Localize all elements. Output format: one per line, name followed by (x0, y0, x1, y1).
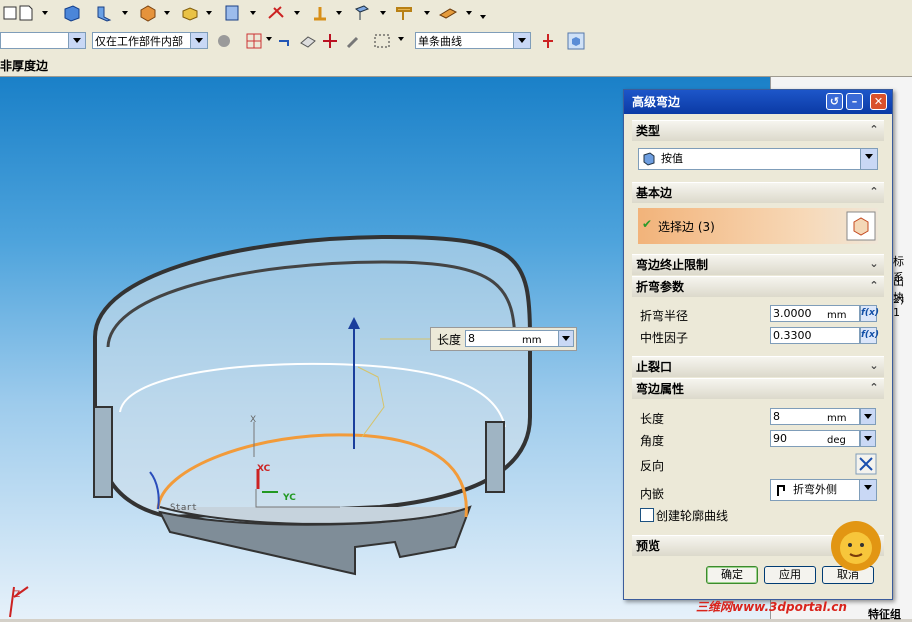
section-type[interactable]: 类型 ⌃ (632, 120, 884, 141)
select-edge-row[interactable]: ✔ 选择边 (3) (638, 208, 878, 244)
selection-scope-combo[interactable]: 仅在工作部件内部 (92, 32, 208, 49)
neutral-factor-label: 中性因子 (640, 331, 689, 345)
xc-label: XC (257, 464, 271, 474)
apply-button[interactable]: 应用 (764, 566, 816, 584)
reverse-label: 反向 (640, 459, 665, 473)
section-relief[interactable]: 止裂口 ⌄ (632, 356, 884, 377)
gusset-icon[interactable] (394, 3, 414, 23)
flange-icon[interactable] (94, 3, 114, 23)
start-label: Start (170, 503, 198, 513)
chevron-down-icon[interactable] (860, 149, 877, 169)
stop-at-intersection-icon[interactable] (538, 31, 558, 51)
float-length-input[interactable]: 8 mm (465, 330, 559, 347)
chevron-down-icon[interactable] (190, 33, 207, 48)
neutral-factor-input[interactable]: 0.3300 (770, 327, 860, 344)
select-edge-label: 选择边 (3) (658, 220, 715, 234)
undo-arrow-icon[interactable] (274, 31, 294, 51)
float-length-label: 长度 (437, 333, 462, 347)
minimize-icon[interactable]: – (846, 93, 863, 110)
point-cross-icon[interactable] (320, 31, 340, 51)
create-outline-checkbox[interactable] (640, 508, 654, 522)
angle-spinner[interactable] (860, 430, 876, 447)
marquee-select-icon[interactable] (372, 31, 392, 51)
angle-input[interactable]: 90 deg (770, 430, 860, 447)
length-spinner[interactable] (860, 408, 876, 425)
contour-flange-icon[interactable] (138, 3, 158, 23)
inset-label: 内嵌 (640, 487, 665, 501)
paw-icon[interactable] (214, 31, 234, 51)
create-outline-label: 创建轮廓曲线 (656, 509, 729, 523)
bend-radius-input[interactable]: 3.0000 mm (770, 305, 860, 322)
curve-rule-combo[interactable]: 单条曲线 (415, 32, 531, 49)
type-filter-combo[interactable] (0, 32, 86, 49)
check-icon: ✔ (642, 217, 653, 231)
chevron-down-icon[interactable] (68, 33, 85, 48)
lofted-flange-icon[interactable] (180, 3, 200, 23)
formula-icon[interactable]: f(x) (860, 327, 879, 344)
ok-button[interactable]: 确定 (706, 566, 758, 584)
formula-icon[interactable]: f(x) (860, 305, 879, 322)
eraser-icon[interactable] (298, 31, 318, 51)
chevron-up-icon[interactable]: ⌃ (866, 121, 882, 139)
angle-label: 角度 (640, 434, 665, 448)
reverse-direction-icon[interactable] (855, 453, 877, 475)
chevron-down-icon[interactable] (513, 33, 530, 48)
info-line3: 2) 1 (893, 293, 905, 319)
lion-mascot-logo (831, 521, 881, 571)
selection-toolbar: 仅在工作部件内部 单条曲线 (0, 27, 912, 55)
jog-icon[interactable] (310, 3, 330, 23)
chevron-down-icon[interactable]: ⌄ (866, 357, 882, 375)
info-bottom: 特征组 (868, 608, 901, 621)
select-edge-cube-icon[interactable] (846, 211, 876, 241)
unbend-icon[interactable] (352, 3, 372, 23)
snap-point-icon[interactable] (244, 31, 264, 51)
section-flange-props[interactable]: 弯边属性 ⌃ (632, 378, 884, 399)
view-cube-icon[interactable] (566, 31, 586, 51)
dialog-title: 高级弯边 (632, 95, 681, 109)
watermark-text: 三维网www.3dportal.cn (696, 600, 847, 614)
status-row: 非厚度边 (0, 54, 912, 77)
reset-icon[interactable]: ↺ (826, 93, 843, 110)
section-edge-limit[interactable]: 弯边终止限制 ⌄ (632, 254, 884, 275)
flat-pattern-icon[interactable] (438, 3, 458, 23)
bend-radius-label: 折弯半径 (640, 309, 689, 323)
status-label: 非厚度边 (0, 59, 49, 73)
x-label: X (250, 415, 257, 425)
section-base-edge[interactable]: 基本边 ⌃ (632, 182, 884, 203)
chevron-down-icon[interactable]: ⌄ (866, 255, 882, 273)
selection-scope-text: 仅在工作部件内部 (95, 35, 183, 48)
close-icon[interactable]: ✕ (870, 93, 887, 110)
yc-label: YC (283, 493, 296, 503)
chevron-down-icon[interactable] (859, 480, 876, 500)
tab-icon[interactable] (62, 3, 82, 23)
section-bend-params[interactable]: 折弯参数 ⌃ (632, 276, 884, 297)
wrench-icon[interactable] (344, 31, 364, 51)
new-part-icon[interactable] (16, 3, 36, 23)
flange-type-icon (643, 152, 655, 166)
length-input[interactable]: 8 mm (770, 408, 860, 425)
z-label: Z (14, 590, 21, 600)
curve-rule-text: 单条曲线 (418, 35, 462, 48)
advanced-flange-icon[interactable] (222, 3, 242, 23)
chevron-up-icon[interactable]: ⌃ (866, 379, 882, 397)
dialog-titlebar: 高级弯边 ↺ – ✕ (624, 90, 892, 114)
main-toolbar (0, 0, 912, 28)
float-length-box: 长度 8 mm (430, 327, 577, 351)
inset-outer-icon (777, 485, 785, 496)
type-select[interactable]: 按值 (638, 148, 878, 170)
chevron-up-icon[interactable]: ⌃ (866, 183, 882, 201)
inset-select[interactable]: 折弯外侧 (770, 479, 877, 501)
chevron-up-icon[interactable]: ⌃ (866, 277, 882, 295)
bend-icon[interactable] (266, 3, 286, 23)
length-label: 长度 (640, 412, 665, 426)
float-length-spinner[interactable] (558, 330, 574, 347)
